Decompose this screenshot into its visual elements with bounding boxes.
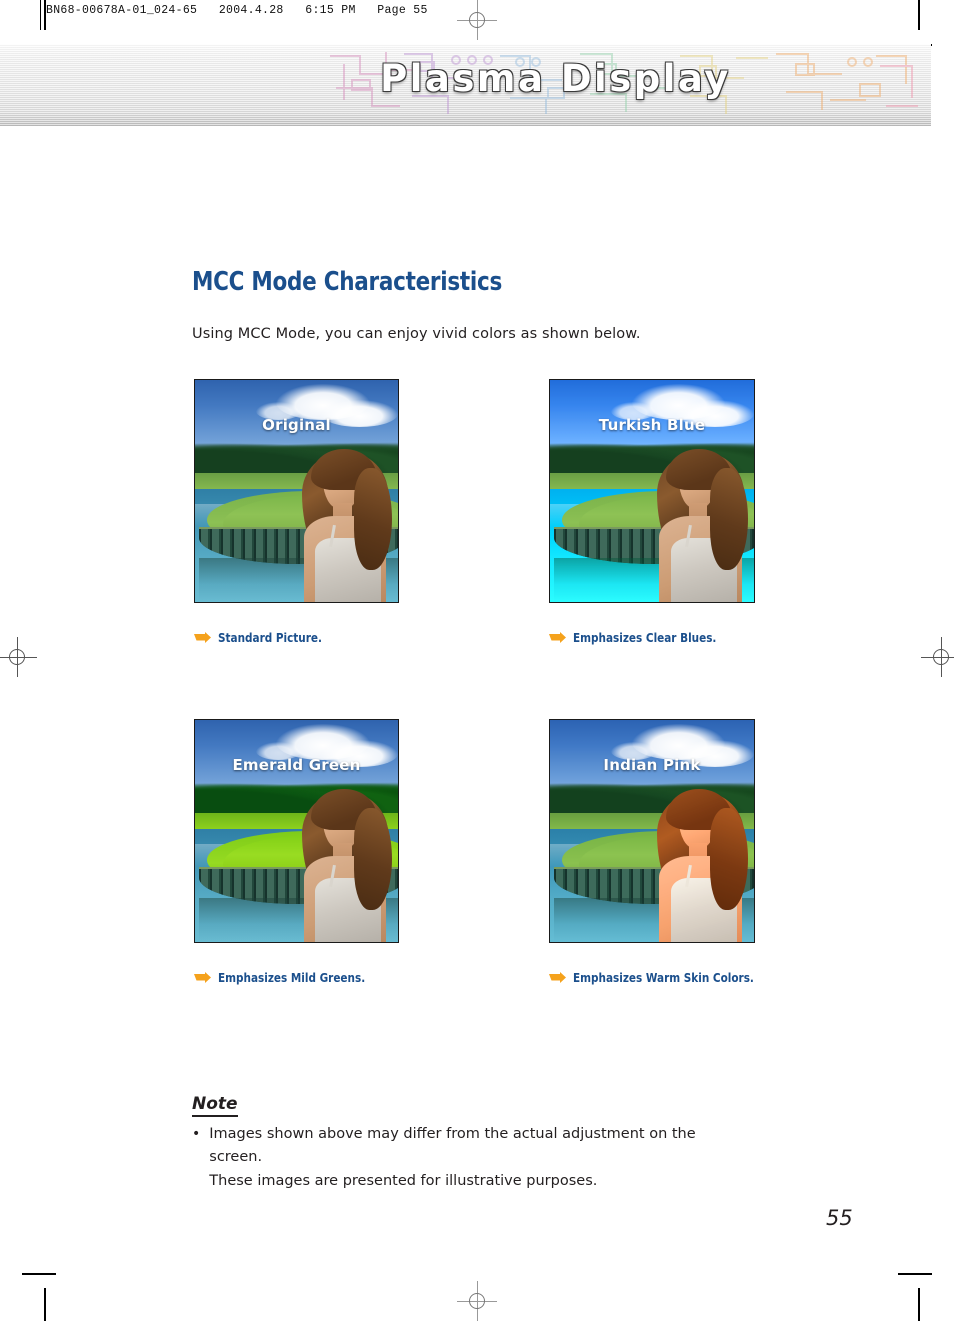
golf-course-scene-image [550, 380, 754, 602]
crop-mark-bottom-right-h [898, 1273, 932, 1275]
model-figure [648, 442, 754, 602]
sample-image-original: Original [194, 379, 399, 603]
model-figure [648, 782, 754, 942]
arrow-right-icon [549, 632, 566, 643]
intro-paragraph: Using MCC Mode, you can enjoy vivid colo… [192, 325, 641, 342]
sample-caption-indian-pink: Emphasizes Warm Skin Colors. [549, 970, 768, 985]
sample-caption-text: Emphasizes Mild Greens. [218, 970, 366, 985]
note-item: • Images shown above may differ from the… [192, 1123, 752, 1193]
sample-caption-original: Standard Picture. [194, 630, 330, 645]
bullet-icon: • [192, 1126, 201, 1142]
sample-label-turkish-blue: Turkish Blue [598, 416, 706, 434]
golf-course-scene-image [195, 720, 398, 942]
crop-mark-bottom-left-v [44, 1288, 46, 1321]
note-line-2: These images are presented for illustrat… [209, 1172, 598, 1189]
sample-panel-turkish-blue: Turkish Blue Emphasizes Clear Blues. [549, 379, 755, 645]
sample-image-emerald-green: Emerald Green [194, 719, 399, 943]
sample-panel-indian-pink: Indian Pink Emphasizes Warm Skin Colors. [549, 719, 755, 985]
sample-caption-text: Standard Picture. [218, 630, 322, 645]
arrow-right-icon [194, 632, 211, 643]
banner-title: Plasma Display [380, 57, 731, 100]
slug-divider-rule [40, 0, 41, 30]
sample-caption-emerald-green: Emphasizes Mild Greens. [194, 970, 376, 985]
note-line-1: Images shown above may differ from the a… [209, 1126, 696, 1166]
model-figure [292, 782, 398, 942]
note-text: Images shown above may differ from the a… [209, 1123, 752, 1193]
sample-label-indian-pink: Indian Pink [603, 756, 701, 774]
sample-caption-turkish-blue: Emphasizes Clear Blues. [549, 630, 727, 645]
golf-course-scene-image [195, 380, 398, 602]
arrow-right-icon [549, 972, 566, 983]
page-title: MCC Mode Characteristics [192, 267, 503, 298]
model-figure [292, 442, 398, 602]
sample-image-turkish-blue: Turkish Blue [549, 379, 755, 603]
sample-panel-original: Original Standard Picture. [194, 379, 399, 645]
crop-mark-top-left-v [44, 0, 46, 30]
sample-caption-text: Emphasizes Clear Blues. [573, 630, 717, 645]
arrow-right-icon [194, 972, 211, 983]
sample-label-original: Original [262, 416, 331, 434]
note-heading: Note [192, 1095, 238, 1117]
note-list: • Images shown above may differ from the… [192, 1123, 752, 1193]
crop-mark-top-right-v [918, 0, 920, 30]
sample-caption-text: Emphasizes Warm Skin Colors. [573, 970, 754, 985]
crop-mark-bottom-left-h [22, 1273, 56, 1275]
page-header-banner: Plasma Display [0, 44, 931, 126]
print-slug-text: BN68-00678A-01_024-65 2004.4.28 6:15 PM … [46, 4, 428, 17]
page-number: 55 [826, 1206, 853, 1230]
sample-label-emerald-green: Emerald Green [232, 756, 361, 774]
crop-mark-bottom-right-v [918, 1288, 920, 1321]
registration-mark-bottom-center [457, 1281, 497, 1321]
registration-mark-right [921, 637, 954, 677]
sample-panel-emerald-green: Emerald Green Emphasizes Mild Greens. [194, 719, 399, 985]
registration-mark-left [0, 637, 37, 677]
sample-image-indian-pink: Indian Pink [549, 719, 755, 943]
registration-mark-top-center [457, 0, 497, 40]
golf-course-scene-image [550, 720, 754, 942]
